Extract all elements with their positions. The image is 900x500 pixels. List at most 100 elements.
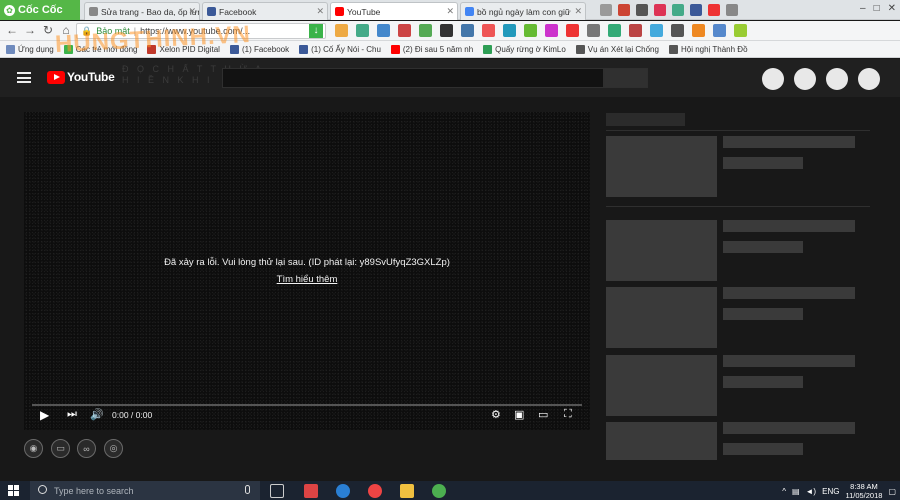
microphone-icon[interactable] — [245, 485, 250, 494]
notifications-button[interactable] — [826, 68, 848, 90]
tab-youtube[interactable]: YouTube ✕ — [330, 2, 458, 20]
extension-icon[interactable] — [566, 24, 579, 37]
progress-bar[interactable] — [32, 404, 582, 406]
download-icon[interactable]: ↓ — [309, 24, 323, 38]
maximize-icon[interactable]: □ — [874, 3, 880, 14]
taskbar-search-input[interactable]: Type here to search — [30, 481, 260, 500]
tab-facebook[interactable]: Facebook ✕ — [202, 2, 328, 20]
close-tab-icon[interactable]: ✕ — [574, 6, 582, 17]
close-window-icon[interactable]: ✕ — [888, 3, 896, 14]
network-icon[interactable]: ▤ — [792, 487, 800, 496]
thumbnail-placeholder[interactable] — [606, 287, 717, 348]
settings-gear-icon[interactable]: ⚙ — [491, 408, 501, 421]
meta-placeholder — [723, 157, 803, 169]
windows-start-icon[interactable] — [8, 485, 19, 496]
bookmark-item[interactable]: Vụ án Xét lại Chống — [575, 44, 659, 54]
extension-icon[interactable] — [600, 4, 612, 16]
extension-icon[interactable] — [524, 24, 537, 37]
bookmark-item[interactable]: (1) Cố Ấy Nói - Chu — [299, 44, 381, 54]
youtube-logo-text[interactable]: YouTube — [67, 70, 115, 84]
avatar[interactable] — [858, 68, 880, 90]
extension-icon[interactable] — [650, 24, 663, 37]
volume-icon[interactable]: 🔊 — [90, 408, 104, 421]
toolbar-extension-icons — [335, 24, 747, 37]
tab-google-search[interactable]: bồ ngủ ngày làm con giữ ✕ — [460, 2, 586, 20]
extension-icon[interactable] — [440, 24, 453, 37]
extension-icon[interactable] — [654, 4, 666, 16]
extension-icon[interactable] — [587, 24, 600, 37]
forward-arrow-icon[interactable]: → — [22, 23, 38, 37]
task-view-icon[interactable] — [270, 484, 284, 498]
minimize-icon[interactable]: – — [860, 3, 866, 14]
thumbnail-placeholder[interactable] — [606, 220, 717, 281]
clock-date: 11/05/2018 — [845, 491, 883, 500]
reload-icon[interactable]: ↻ — [40, 23, 56, 37]
clock[interactable]: 8:38 AM 11/05/2018 — [845, 482, 882, 500]
extension-icon[interactable] — [356, 24, 369, 37]
extension-icon[interactable] — [713, 24, 726, 37]
notification-icon[interactable]: ▢ — [888, 487, 896, 496]
facebook-icon — [207, 7, 216, 16]
bookmark-item[interactable]: Hội nghị Thành Đồ — [668, 44, 748, 54]
learn-more-link[interactable]: Tìm hiểu thêm — [24, 274, 590, 285]
bookmark-item[interactable]: (2) Đi sau 5 năm nh — [390, 44, 473, 54]
chrome-icon[interactable] — [368, 484, 382, 498]
bookmark-item[interactable]: Ứng dụng — [6, 44, 54, 54]
extension-icon[interactable] — [671, 24, 684, 37]
thumbnail-placeholder[interactable] — [606, 422, 717, 460]
extension-icon[interactable] — [377, 24, 390, 37]
close-tab-icon[interactable]: ✕ — [188, 6, 196, 17]
extension-icon[interactable] — [503, 24, 516, 37]
video-player[interactable]: Đã xảy ra lỗi. Vui lòng thử lại sau. (ID… — [24, 112, 590, 430]
create-video-button[interactable] — [762, 68, 784, 90]
close-tab-icon[interactable]: ✕ — [446, 6, 454, 17]
coccoc-menu-button[interactable]: ✿ Cốc Cốc — [0, 0, 80, 20]
thumbnail-placeholder[interactable] — [606, 136, 717, 197]
extension-icon[interactable] — [461, 24, 474, 37]
file-explorer-icon[interactable] — [400, 484, 414, 498]
apps-button[interactable] — [794, 68, 816, 90]
extension-icon[interactable] — [708, 4, 720, 16]
extension-icon[interactable] — [335, 24, 348, 37]
search-button[interactable] — [604, 68, 648, 88]
extension-icon[interactable] — [608, 24, 621, 37]
volume-tray-icon[interactable]: ◄) — [806, 487, 817, 496]
capture-icon[interactable]: ◎ — [104, 439, 123, 458]
play-icon[interactable]: ▶ — [40, 408, 49, 422]
extension-icon[interactable] — [692, 24, 705, 37]
extension-icon[interactable] — [398, 24, 411, 37]
theater-mode-icon[interactable]: ▭ — [538, 408, 548, 421]
facebook-icon — [299, 44, 309, 54]
extension-icon[interactable] — [545, 24, 558, 37]
link-icon[interactable]: ∞ — [77, 439, 96, 458]
fullscreen-icon[interactable]: ⛶ — [564, 408, 572, 421]
next-icon[interactable]: ⏭ — [67, 408, 77, 421]
extension-icon[interactable] — [726, 4, 738, 16]
tab-title: bồ ngủ ngày làm con giữ — [477, 6, 571, 17]
coccoc-icon[interactable] — [432, 484, 446, 498]
extension-icon[interactable] — [629, 24, 642, 37]
edge-icon[interactable] — [336, 484, 350, 498]
close-tab-icon[interactable]: ✕ — [316, 6, 324, 17]
extension-icon[interactable] — [672, 4, 684, 16]
menu-icon[interactable] — [17, 72, 31, 83]
extension-icon[interactable] — [636, 4, 648, 16]
extension-icon[interactable] — [618, 4, 630, 16]
screen-icon[interactable]: ▭ — [51, 439, 70, 458]
thumbnail-placeholder[interactable] — [606, 355, 717, 416]
search-input[interactable] — [222, 68, 604, 88]
tab-sua-trang[interactable]: Sửa trang - Bao da, ốp lưn ✕ — [84, 2, 200, 20]
app-icon[interactable] — [304, 484, 318, 498]
miniplayer-icon[interactable]: ▣ — [514, 408, 524, 421]
extension-icon[interactable] — [482, 24, 495, 37]
eye-icon[interactable]: ◉ — [24, 439, 43, 458]
back-arrow-icon[interactable]: ← — [4, 23, 20, 37]
extension-icon[interactable] — [734, 24, 747, 37]
tray-up-icon[interactable]: ^ — [782, 487, 786, 496]
youtube-logo-icon[interactable] — [47, 71, 65, 84]
windows-taskbar: Type here to search ^ ▤ ◄) ENG 8:38 AM 1… — [0, 481, 900, 500]
extension-icon[interactable] — [419, 24, 432, 37]
language-indicator[interactable]: ENG — [822, 487, 839, 496]
bookmark-item[interactable]: Quấy rừng ờ KimLo — [483, 44, 566, 54]
extension-icon[interactable] — [690, 4, 702, 16]
